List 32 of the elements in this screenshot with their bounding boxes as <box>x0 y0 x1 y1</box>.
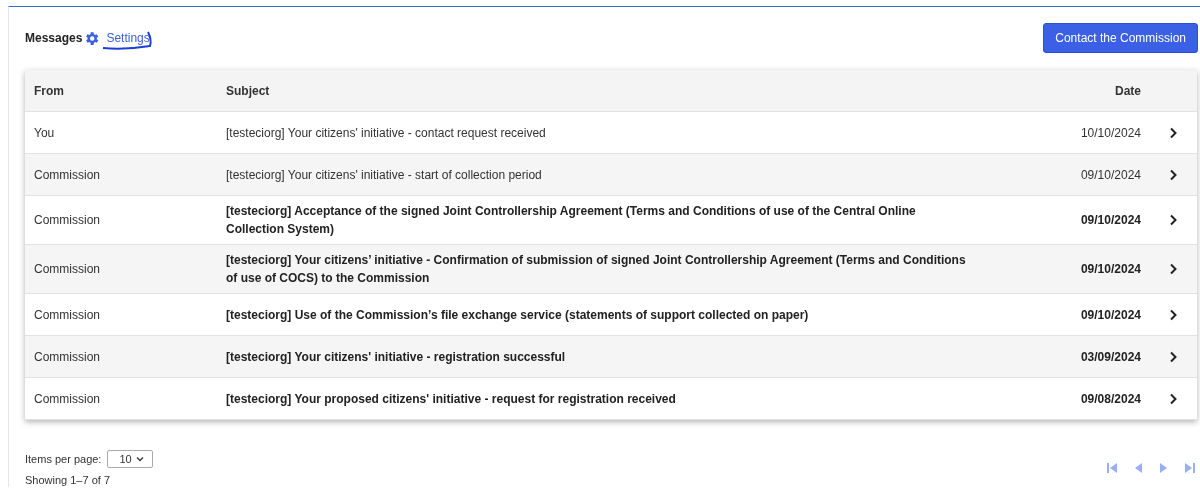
contact-button[interactable]: Contact the Commission <box>1043 23 1198 53</box>
date-cell-text: 03/09/2024 <box>1079 348 1142 366</box>
column-header: From <box>33 82 65 100</box>
settings-icon[interactable] <box>83 29 101 47</box>
items-per-page-label: Items per page: <box>25 453 102 465</box>
sender-cell-text: Commission <box>33 261 101 278</box>
sender-cell-text: You <box>33 124 56 142</box>
subject-cell[interactable]: [testeciorg] Your citizens' initiative - registration successful <box>210 347 980 366</box>
settings-link[interactable]: Settings <box>104 31 152 45</box>
sender-cell-text: Commission <box>33 306 101 324</box>
date-cell-text: 09/10/2024 <box>1079 212 1142 229</box>
date-cell-text: 09/10/2024 <box>1079 261 1142 278</box>
subject-cell[interactable]: [testeciorg] Your citizens' initiative - contact request received <box>210 123 980 142</box>
page-size-select[interactable]: 10 <box>107 450 153 468</box>
subject-cell[interactable]: [testeciorg] Your citizens’ initiative - Confirmation of submission of signed Joint Controllership Agreement (Terms and Conditions of use of COCS) to the Commission <box>210 251 980 287</box>
date-cell-text: 09/10/2024 <box>1079 166 1142 184</box>
page-title: Messages <box>25 31 83 45</box>
sender-cell-text: Commission <box>33 212 101 229</box>
date-cell-text: 09/08/2024 <box>1079 390 1142 408</box>
subject-cell[interactable]: [testeciorg] Use of the Commission’s file exchange service (statements of support collected on paper) <box>210 305 980 324</box>
date-cell-text: 09/10/2024 <box>1079 306 1142 324</box>
column-header: Date <box>1114 82 1142 100</box>
sender-cell-text: Commission <box>33 390 101 408</box>
sender-cell-text: Commission <box>33 166 101 184</box>
sender-cell-text: Commission <box>33 348 101 366</box>
subject-cell[interactable]: [testeciorg] Your proposed citizens' initiative - request for registration received <box>210 389 980 408</box>
results-range: Showing 1–7 of 7 <box>25 474 111 486</box>
subject-cell[interactable]: [testeciorg] Acceptance of the signed Joint Controllership Agreement (Terms and Conditions of use of the Central Online Collection System) <box>210 202 980 238</box>
subject-cell[interactable]: [testeciorg] Your citizens' initiative - start of collection period <box>210 165 980 184</box>
caret-icon[interactable] <box>135 456 144 462</box>
column-header: Subject <box>225 82 271 100</box>
date-cell-text: 10/10/2024 <box>1079 124 1142 142</box>
